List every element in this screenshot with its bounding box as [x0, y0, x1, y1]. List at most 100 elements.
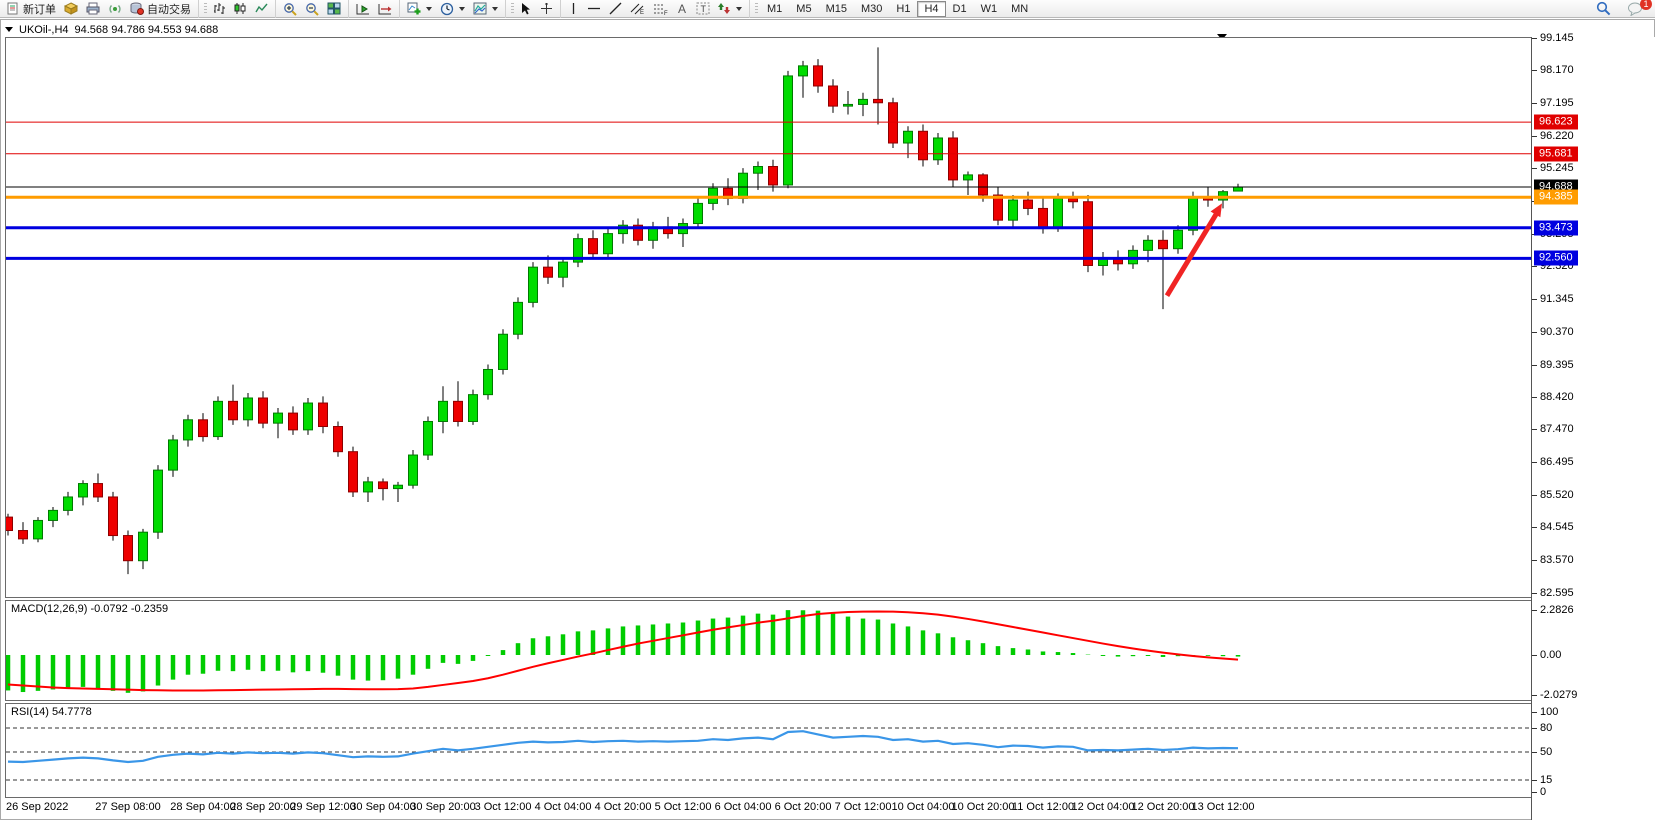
- new-order-icon: [7, 2, 20, 15]
- macd-tick-label: 2.2826: [1540, 604, 1574, 616]
- candle-body: [109, 497, 118, 536]
- toolbar-group-objects: [399, 0, 505, 18]
- top-toolbar: 新订单 自动交易: [0, 0, 1655, 18]
- bar-chart-button[interactable]: [209, 1, 230, 17]
- periods-button[interactable]: [436, 1, 469, 17]
- candlestick-chart: [6, 38, 1531, 597]
- timeframe-button-h1[interactable]: H1: [889, 1, 917, 17]
- arrows-dropdown-arrow: [736, 7, 742, 11]
- candle-body: [1084, 202, 1093, 266]
- price-tick-label: 99.145: [1540, 32, 1574, 44]
- tile-windows-button[interactable]: [323, 1, 345, 17]
- candle-body: [64, 497, 73, 510]
- chart-shift-button[interactable]: [374, 1, 396, 17]
- time-axis-label: 6 Oct 04:00: [715, 801, 772, 813]
- search-button[interactable]: [1592, 1, 1615, 17]
- auto-scroll-button[interactable]: [352, 1, 374, 17]
- time-axis-label: 26 Sep 2022: [6, 801, 68, 813]
- price-tick-label: 85.520: [1540, 489, 1574, 501]
- rsi-chart: [6, 704, 1531, 797]
- timeframe-button-h4[interactable]: H4: [917, 1, 945, 17]
- rsi-tick-label: 15: [1540, 774, 1552, 786]
- candle-body: [49, 510, 58, 520]
- line-chart-icon: [255, 2, 268, 15]
- rsi-tick-label: 100: [1540, 706, 1558, 718]
- candle-body: [394, 485, 403, 488]
- timeframe-button-w1[interactable]: W1: [974, 1, 1005, 17]
- candle-body: [1009, 200, 1018, 220]
- candle-body: [499, 334, 508, 369]
- timeframe-button-m5[interactable]: M5: [789, 1, 818, 17]
- timeframe-button-d1[interactable]: D1: [946, 1, 974, 17]
- candle-body: [514, 302, 523, 334]
- template-icon: [473, 2, 487, 15]
- candle-body: [124, 536, 133, 561]
- price-axis[interactable]: 99.14598.17097.19596.22095.24594.27093.2…: [1531, 37, 1655, 820]
- candle-body: [1069, 198, 1078, 201]
- candle-body: [214, 401, 223, 436]
- arrows-button[interactable]: [714, 1, 746, 17]
- candle-body: [229, 401, 238, 419]
- candle-body: [184, 420, 193, 440]
- candle-body: [424, 421, 433, 455]
- candle-body: [484, 369, 493, 394]
- auto-trading-button[interactable]: 自动交易: [126, 1, 195, 17]
- new-order-button[interactable]: 新订单: [3, 1, 60, 17]
- timeframe-button-m1[interactable]: M1: [760, 1, 789, 17]
- candle-body: [94, 484, 103, 497]
- zoom-out-button[interactable]: [301, 1, 323, 17]
- candle-body: [694, 203, 703, 223]
- text-button[interactable]: A: [672, 1, 692, 17]
- cursor-button[interactable]: [516, 1, 536, 17]
- text-label-button[interactable]: T: [692, 1, 714, 17]
- main-price-pane[interactable]: [5, 37, 1531, 598]
- rsi-tick-label: 50: [1540, 746, 1552, 758]
- macd-tick-label: 0.00: [1540, 649, 1561, 661]
- arrow-objects-icon: [718, 2, 731, 15]
- fibonacci-button[interactable]: F: [649, 1, 672, 17]
- price-badge: 93.473: [1534, 220, 1578, 235]
- time-axis[interactable]: 26 Sep 202227 Sep 08:0028 Sep 04:0028 Se…: [5, 798, 1531, 818]
- search-icon: [1596, 1, 1611, 16]
- auto-scroll-icon: [356, 2, 370, 15]
- timeframe-button-m30[interactable]: M30: [854, 1, 889, 17]
- print-button[interactable]: [82, 1, 104, 17]
- equidistant-channel-button[interactable]: E: [626, 1, 649, 17]
- candle-body: [964, 175, 973, 180]
- candle-body: [439, 401, 448, 421]
- rsi-pane[interactable]: RSI(14) 54.7778: [5, 703, 1531, 798]
- notifications-button[interactable]: 1: [1623, 1, 1647, 17]
- market-watch-button[interactable]: [60, 1, 82, 17]
- trendline-button[interactable]: [605, 1, 626, 17]
- indicators-button[interactable]: [403, 1, 436, 17]
- timeframe-button-mn[interactable]: MN: [1004, 1, 1035, 17]
- toolbar-group-chart-types: [198, 0, 275, 18]
- time-axis-label: 12 Oct 04:00: [1072, 801, 1135, 813]
- macd-pane[interactable]: MACD(12,26,9) -0.0792 -0.2359: [5, 600, 1531, 701]
- toolbar-group-zoom: [275, 0, 348, 18]
- toolbar-grip: [755, 3, 758, 15]
- templates-button[interactable]: [469, 1, 502, 17]
- signal-icon: [108, 2, 122, 15]
- line-chart-button[interactable]: [251, 1, 272, 17]
- rsi-tick-label: 80: [1540, 722, 1552, 734]
- timeframe-button-m15[interactable]: M15: [819, 1, 854, 17]
- auto-trading-icon: [130, 2, 144, 15]
- signals-button[interactable]: [104, 1, 126, 17]
- time-axis-label: 4 Oct 20:00: [595, 801, 652, 813]
- horizontal-line-button[interactable]: [583, 1, 605, 17]
- candle-body: [304, 403, 313, 430]
- crosshair-button[interactable]: [536, 1, 557, 17]
- zoom-in-button[interactable]: [279, 1, 301, 17]
- printer-icon: [86, 2, 100, 15]
- chart-menu-triangle-icon[interactable]: [5, 27, 13, 32]
- toolbar-group-orders: 新订单 自动交易: [0, 0, 198, 18]
- new-order-label: 新订单: [23, 1, 56, 17]
- svg-text:F: F: [664, 11, 668, 15]
- price-tick-label: 96.220: [1540, 130, 1574, 142]
- candle-body: [469, 395, 478, 422]
- candlestick-chart-button[interactable]: [230, 1, 251, 17]
- price-badge: 94.385: [1534, 190, 1578, 205]
- candle-body: [829, 86, 838, 106]
- vertical-line-button[interactable]: [564, 1, 583, 17]
